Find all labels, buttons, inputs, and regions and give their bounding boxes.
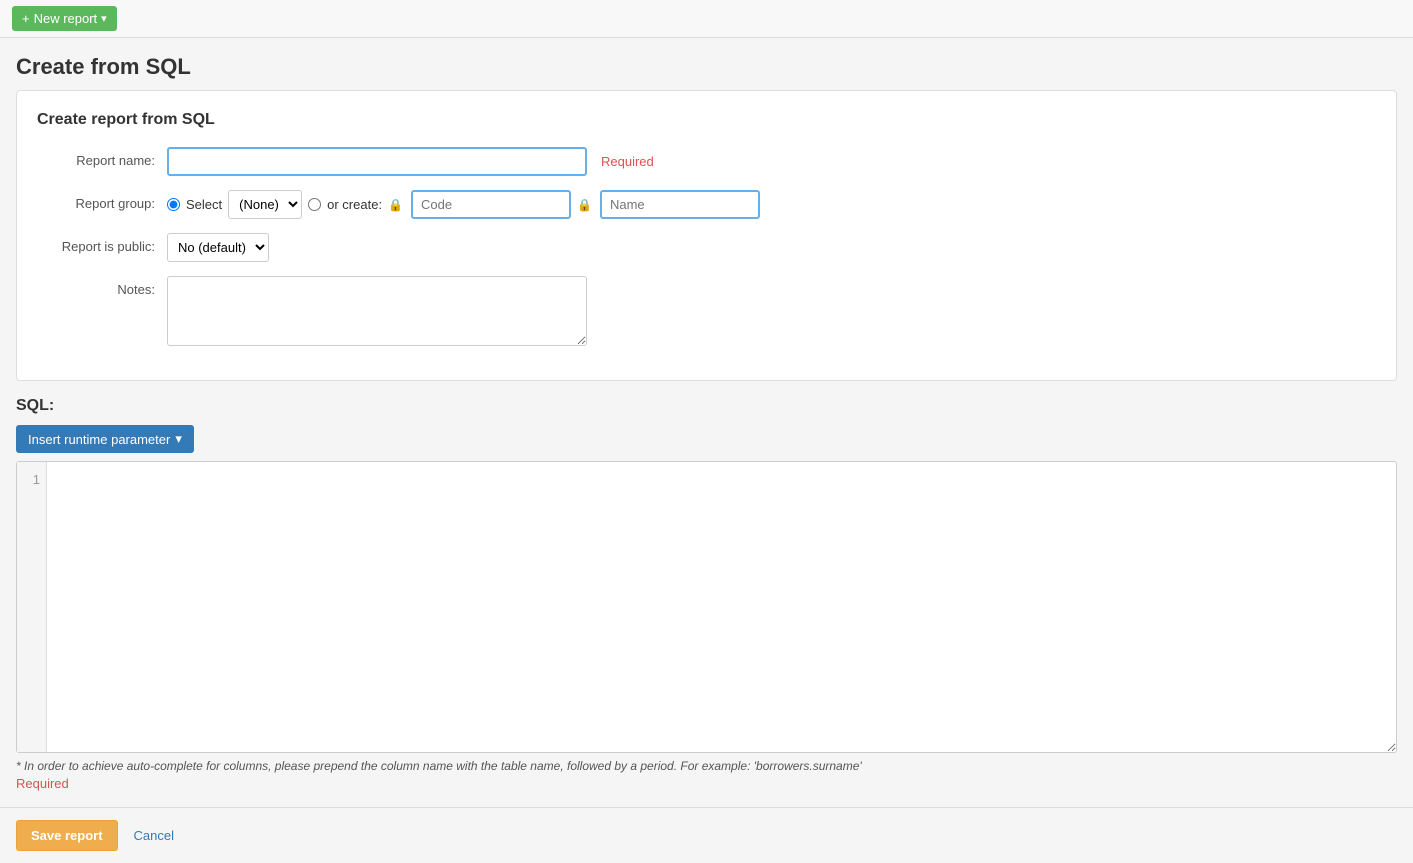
report-name-required: Required [601, 154, 654, 169]
report-group-row: Report group: Select (None) or create: 🔒… [37, 190, 1376, 219]
report-public-row: Report is public: No (default) Yes [37, 233, 1376, 262]
lock-icon-code: 🔒 [388, 198, 403, 212]
line-number-1: 1 [23, 470, 40, 490]
notes-label: Notes: [37, 276, 167, 297]
report-group-label: Report group: [37, 190, 167, 211]
cancel-button[interactable]: Cancel [128, 821, 180, 850]
notes-row: Notes: [37, 276, 1376, 346]
page-title: Create from SQL [0, 38, 1413, 90]
report-group-controls: Select (None) or create: 🔒 🔒 [167, 190, 760, 219]
lock-icon-name: 🔒 [577, 198, 592, 212]
caret-down-icon: ▾ [175, 431, 182, 447]
chevron-down-icon: ▾ [101, 12, 107, 25]
sql-hint: * In order to achieve auto-complete for … [16, 759, 1397, 773]
or-create-label: or create: [327, 197, 382, 212]
report-public-controls: No (default) Yes [167, 233, 269, 262]
sql-section-label: SQL: [16, 397, 1397, 415]
report-name-input[interactable] [167, 147, 587, 176]
new-report-label: New report [34, 11, 98, 26]
select-radio[interactable] [167, 198, 180, 211]
top-nav: + New report ▾ [0, 0, 1413, 38]
plus-icon: + [22, 11, 30, 26]
card-title: Create report from SQL [37, 111, 1376, 129]
notes-controls [167, 276, 587, 346]
notes-textarea[interactable] [167, 276, 587, 346]
create-report-card: Create report from SQL Report name: Requ… [16, 90, 1397, 381]
report-name-label: Report name: [37, 147, 167, 168]
select-label: Select [186, 197, 222, 212]
report-public-label: Report is public: [37, 233, 167, 254]
save-report-button[interactable]: Save report [16, 820, 118, 851]
sql-section: SQL: Insert runtime parameter ▾ 1 * In o… [0, 397, 1413, 807]
line-numbers: 1 [17, 462, 47, 752]
report-name-controls: Required [167, 147, 654, 176]
report-name-row: Report name: Required [37, 147, 1376, 176]
sql-textarea[interactable] [47, 462, 1396, 752]
sql-editor: 1 [16, 461, 1397, 753]
new-report-button[interactable]: + New report ▾ [12, 6, 117, 31]
public-select[interactable]: No (default) Yes [167, 233, 269, 262]
footer-bar: Save report Cancel [0, 807, 1413, 863]
sql-required-badge: Required [16, 776, 1397, 791]
report-group-select[interactable]: (None) [228, 190, 302, 219]
code-input[interactable] [411, 190, 571, 219]
name-input[interactable] [600, 190, 760, 219]
insert-runtime-parameter-button[interactable]: Insert runtime parameter ▾ [16, 425, 194, 453]
or-create-radio[interactable] [308, 198, 321, 211]
insert-btn-label: Insert runtime parameter [28, 432, 170, 447]
